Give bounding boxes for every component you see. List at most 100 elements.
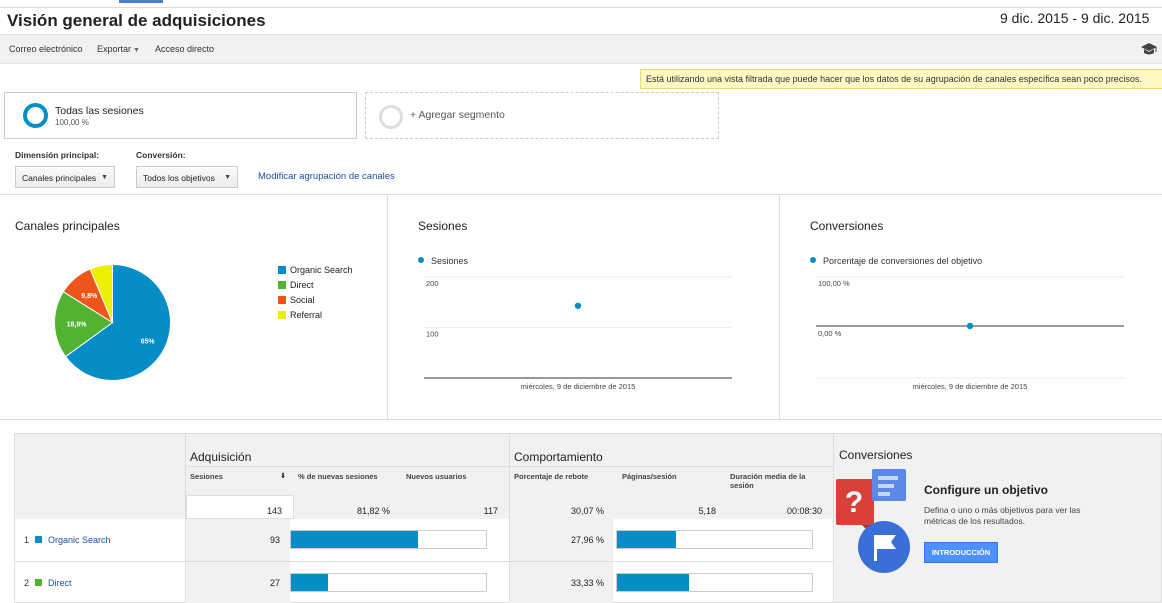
total-duration: 00:08:30: [786, 506, 822, 516]
table-header-blank: [15, 434, 185, 519]
channels-panel-title: Canales principales: [15, 219, 120, 233]
conversions-data-point[interactable]: [966, 322, 974, 330]
row-color-swatch: [35, 579, 43, 586]
date-range-picker[interactable]: 9 dic. 2015 - 9 dic. 2015: [995, 9, 1155, 27]
pie-slice-label: 65%: [141, 338, 156, 345]
pie-slice-label: 9,8%: [81, 293, 98, 300]
panel-divider: [779, 194, 780, 420]
primary-dimension-dropdown[interactable]: Canales principales ▼: [15, 166, 115, 188]
segment-all-sessions[interactable]: Todas las sesiones 100,00 %: [4, 92, 357, 139]
report-toolbar: Correo electrónico Exportar ▼ Acceso dire…: [0, 34, 1162, 64]
segment-name: Todas las sesiones: [55, 105, 144, 117]
header-divider: [186, 466, 833, 467]
x-tick-label: miércoles, 9 de diciembre de 2015: [521, 382, 636, 391]
sort-desc-icon: ⬇: [280, 473, 286, 480]
row-sessions: 93: [269, 535, 280, 545]
export-label: Exportar: [97, 44, 132, 54]
row-bounce-bar: [616, 530, 813, 549]
active-tab-indicator: [119, 0, 163, 3]
legend-swatch: [278, 266, 286, 274]
behavior-group-title: Comportamiento: [514, 450, 603, 464]
sessions-legend-label: Sesiones: [431, 256, 469, 266]
table-row-direct: 2 Direct: [24, 578, 72, 588]
col-new-sessions-header[interactable]: % de nuevas sesiones: [298, 472, 396, 481]
acquisition-header: [186, 434, 509, 495]
y-tick-label: 0,00 %: [818, 329, 842, 338]
legend-swatch: [278, 311, 286, 319]
acquisition-group-title: Adquisición: [190, 450, 252, 464]
primary-dimension-label: Dimensión principal:: [15, 150, 100, 160]
goal-description: Defina o uno o más objetivos para ver la…: [924, 505, 1081, 526]
goal-illustration-icon: ?: [836, 469, 910, 573]
sessions-chart: 200 100 miércoles, 9 de diciembre de 2015: [424, 276, 732, 391]
y-tick-label: 100: [426, 330, 439, 339]
sessions-data-point[interactable]: [574, 302, 582, 309]
total-new-users: 117: [483, 506, 498, 516]
channels-pie-chart: 65% 18,9% 9,8%: [54, 263, 171, 381]
col-duration-header[interactable]: Duración media de la sesión: [730, 472, 824, 490]
column-divider: [509, 434, 510, 603]
row-sessions-bar: [290, 573, 487, 592]
row-index: 2: [24, 578, 30, 588]
row-sessions: 27: [269, 578, 280, 588]
col-pages-header[interactable]: Páginas/sesión: [622, 472, 720, 481]
legend-dot: [418, 257, 424, 263]
total-pages: 5,18: [698, 506, 716, 516]
conversion-value: Todos los objetivos: [143, 173, 215, 183]
legend-swatch: [278, 281, 286, 289]
empty-segment-icon: [379, 105, 403, 129]
segment-percentage: 100,00 %: [55, 118, 89, 127]
top-bar: [0, 0, 1162, 8]
legend-label: Social: [290, 295, 315, 305]
legend-item-direct[interactable]: Direct: [278, 280, 314, 290]
add-segment-button[interactable]: + Agregar segmento: [365, 92, 719, 139]
sessions-legend: Sesiones: [418, 256, 468, 266]
total-new-sessions-pct: 81,82 %: [356, 506, 390, 516]
col-new-users-header[interactable]: Nuevos usuarios: [406, 472, 506, 481]
legend-label: Organic Search: [290, 265, 353, 275]
row-color-swatch: [35, 536, 43, 543]
chevron-down-icon: ▼: [133, 47, 140, 54]
goal-heading: Configure un objetivo: [924, 483, 1048, 497]
conversions-group-title: Conversiones: [839, 448, 913, 462]
legend-label: Direct: [290, 280, 314, 290]
total-bounce: 30,07 %: [570, 506, 604, 516]
legend-item-organic[interactable]: Organic Search: [278, 265, 353, 275]
col-sessions-header[interactable]: Sesiones ⬇: [190, 472, 286, 481]
col-bounce-header[interactable]: Porcentaje de rebote: [514, 472, 604, 481]
table-row-organic: 1 Organic Search: [24, 535, 111, 545]
shortcut-button[interactable]: Acceso directo: [155, 44, 214, 54]
conversion-label: Conversión:: [136, 150, 186, 160]
row-sessions-bar-fill: [291, 531, 418, 548]
chevron-down-icon: ▼: [224, 174, 231, 181]
legend-item-social[interactable]: Social: [278, 295, 315, 305]
conversion-dropdown[interactable]: Todos los objetivos ▼: [136, 166, 238, 188]
legend-dot: [810, 257, 816, 263]
panel-divider: [387, 194, 388, 420]
chevron-down-icon: ▼: [101, 174, 108, 181]
row-channel-link[interactable]: Organic Search: [48, 535, 111, 545]
y-tick-label: 100,00 %: [818, 279, 850, 288]
segment-ring-icon: [23, 103, 48, 128]
modify-channel-grouping-link[interactable]: Modificar agrupación de canales: [258, 171, 395, 182]
row-channel-link[interactable]: Direct: [48, 578, 72, 588]
email-button[interactable]: Correo electrónico: [9, 44, 83, 54]
y-tick-label: 200: [426, 279, 439, 288]
filter-notice: Está utilizando una vista filtrada que p…: [640, 69, 1162, 89]
introduction-button[interactable]: INTRODUCCIÓN: [924, 542, 998, 563]
pie-slice-label: 18,9%: [67, 322, 88, 329]
row-divider: [15, 561, 833, 562]
conversions-chart: 100,00 % 0,00 % miércoles, 9 de diciembre …: [816, 276, 1124, 391]
conversions-legend-label: Porcentaje de conversiones del objetivo: [823, 256, 983, 266]
export-button[interactable]: Exportar ▼: [97, 44, 140, 54]
conversions-legend: Porcentaje de conversiones del objetivo: [810, 256, 982, 266]
row-bounce-bar-fill: [617, 531, 676, 548]
legend-item-referral[interactable]: Referral: [278, 310, 322, 320]
conversions-panel-title: Conversiones: [810, 219, 884, 233]
sessions-panel-title: Sesiones: [418, 219, 468, 233]
column-divider: [185, 434, 186, 603]
add-segment-label: + Agregar segmento: [410, 109, 505, 121]
page-title: Visión general de adquisiciones: [7, 11, 266, 30]
legend-swatch: [278, 296, 286, 304]
graduation-cap-icon[interactable]: [1141, 42, 1157, 56]
